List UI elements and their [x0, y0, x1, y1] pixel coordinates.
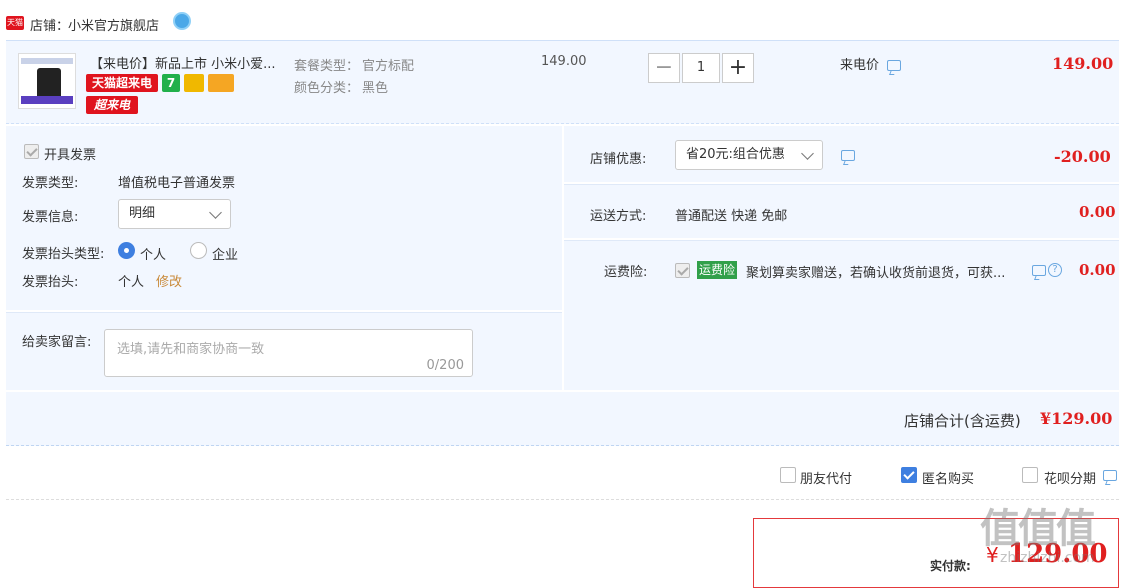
wangwang-chat-icon[interactable]	[173, 12, 191, 30]
huabei-label: 花呗分期	[1044, 472, 1097, 487]
price-tag-label: 来电价	[840, 58, 880, 73]
radio-personal-label: 个人	[140, 248, 167, 263]
shipping-amount: 0.00	[1079, 203, 1116, 221]
message-icon[interactable]	[887, 60, 901, 71]
seller-note-panel: 给卖家留言: 选填,请先和商家协商一致 0/200	[6, 312, 562, 390]
shipping-row: 运送方式: 普通配送 快递 免邮 0.00	[564, 184, 1119, 238]
package-label: 套餐类型：	[294, 59, 360, 74]
seller-note-label: 给卖家留言:	[22, 335, 92, 350]
invoice-checkbox-label: 开具发票	[44, 148, 97, 163]
edit-invoice-header-link[interactable]: 修改	[156, 271, 182, 290]
invoice-info-select[interactable]: 明细	[118, 199, 231, 229]
discount-label: 店铺优惠:	[590, 152, 647, 167]
increase-quantity-button[interactable]: +	[722, 53, 754, 83]
message-icon[interactable]	[1032, 265, 1046, 276]
shop-total-bar: 店铺合计(含运费) ¥129.00	[6, 392, 1119, 446]
quantity-input[interactable]: 1	[682, 53, 720, 83]
tmall-super-badge: 天猫超来电	[86, 74, 158, 92]
gift-icon	[184, 74, 204, 92]
product-thumbnail[interactable]	[18, 53, 76, 109]
shop-label: 店铺：	[30, 19, 70, 34]
shipping-label: 运送方式:	[590, 209, 647, 224]
invoice-info-label: 发票信息:	[22, 210, 79, 225]
shipping-value: 普通配送 快递 免邮	[675, 209, 788, 224]
radio-company[interactable]	[190, 242, 207, 259]
insurance-checkbox[interactable]	[675, 263, 690, 278]
decrease-quantity-button[interactable]: −	[648, 53, 680, 83]
tmall-logo-icon: 天猫	[6, 16, 24, 30]
radio-company-label: 企业	[212, 248, 239, 263]
unit-price: 149.00	[541, 54, 587, 69]
invoice-type-label: 发票类型:	[22, 176, 79, 191]
watermark-logo: 值值值	[980, 506, 1096, 552]
invoice-header-label: 发票抬头:	[22, 275, 79, 290]
seven-day-return-icon: 7	[162, 74, 180, 92]
invoice-panel: 开具发票 发票类型: 增值税电子普通发票 发票信息: 明细 发票抬头类型: 个人…	[6, 126, 562, 310]
card-icon	[208, 74, 234, 92]
watermark-url: zhizhizhi.com	[1000, 550, 1095, 566]
shop-total-amount: ¥129.00	[1040, 409, 1113, 428]
invoice-header-value: 个人	[118, 275, 145, 290]
anonymous-label: 匿名购买	[922, 472, 975, 487]
huabei-checkbox[interactable]	[1022, 467, 1038, 483]
item-row: 【来电价】新品上市 小米小爱... 天猫超来电 7 超来电 套餐类型： 官方标配…	[6, 40, 1119, 124]
insurance-tag: 运费险	[697, 261, 738, 279]
friend-pay-checkbox[interactable]	[780, 467, 796, 483]
discount-selected: 省20元:组合优惠	[686, 147, 785, 162]
seller-note-placeholder: 选填,请先和商家协商一致	[117, 342, 265, 357]
discount-select[interactable]: 省20元:组合优惠	[675, 140, 823, 170]
chevron-down-icon	[801, 147, 814, 160]
purchase-options: 朋友代付 匿名购买 花呗分期	[6, 448, 1119, 500]
invoice-checkbox[interactable]	[24, 144, 39, 159]
insurance-label: 运费险:	[604, 265, 648, 280]
invoice-header-type-label: 发票抬头类型:	[22, 247, 105, 262]
chevron-down-icon	[209, 206, 222, 219]
shop-total-label: 店铺合计(含运费)	[904, 412, 1021, 430]
message-icon[interactable]	[1103, 470, 1117, 481]
help-icon[interactable]: ?	[1048, 263, 1062, 277]
anonymous-checkbox[interactable]	[901, 467, 917, 483]
color-label: 颜色分类：	[294, 81, 360, 96]
item-title[interactable]: 【来电价】新品上市 小米小爱...	[90, 53, 276, 72]
invoice-type-value: 增值税电子普通发票	[118, 176, 236, 191]
super-call-badge: 超来电	[86, 96, 138, 114]
actual-payment-label: 实付款:	[930, 559, 971, 573]
radio-personal[interactable]	[118, 242, 135, 259]
color-value: 黑色	[362, 81, 389, 96]
friend-pay-label: 朋友代付	[800, 472, 853, 487]
invoice-info-selected: 明细	[129, 206, 156, 221]
package-value: 官方标配	[362, 59, 415, 74]
insurance-amount: 0.00	[1079, 261, 1116, 279]
item-subtotal: 149.00	[1052, 54, 1114, 73]
shop-discount-row: 店铺优惠: 省20元:组合优惠 -20.00	[564, 126, 1119, 182]
discount-amount: -20.00	[1054, 147, 1111, 166]
seller-note-counter: 0/200	[426, 358, 464, 373]
shop-name[interactable]: 小米官方旗舰店	[68, 15, 159, 34]
seller-note-textarea[interactable]: 选填,请先和商家协商一致 0/200	[104, 329, 473, 377]
message-icon[interactable]	[841, 150, 855, 161]
shop-header: 天猫 店铺： 小米官方旗舰店	[0, 0, 1123, 36]
shipping-insurance-row: 运费险: 运费险 聚划算卖家赠送，若确认收货前退货，可获... ? 0.00	[564, 240, 1119, 390]
insurance-desc: 聚划算卖家赠送，若确认收货前退货，可获...	[746, 266, 1006, 281]
